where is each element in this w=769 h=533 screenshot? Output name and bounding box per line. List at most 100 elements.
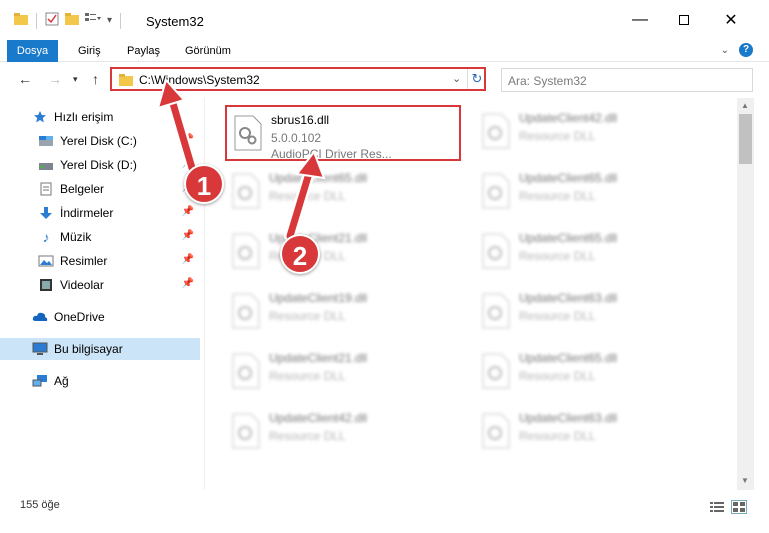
navigation-pane: Hızlı erişim Yerel Disk (C:) 📌 Yerel Dis…: [0, 98, 205, 490]
sidebar-item-label: Yerel Disk (C:): [60, 134, 137, 148]
sidebar-item-videos[interactable]: Videolar 📌: [0, 274, 200, 296]
customize-toolbar-icon[interactable]: ▾: [107, 15, 112, 26]
refresh-icon[interactable]: ↻: [467, 69, 486, 89]
music-icon: ♪: [42, 229, 50, 245]
dll-file-icon: [481, 413, 511, 452]
tab-view[interactable]: Görünüm: [177, 40, 239, 62]
address-path[interactable]: C:\Windows\System32: [139, 73, 260, 87]
file-list: sbrus16.dll 5.0.0.102 AudioPCI Driver Re…: [205, 98, 737, 490]
details-view-icon[interactable]: [709, 500, 725, 514]
file-description: Resource DLL: [519, 369, 596, 383]
help-icon[interactable]: ?: [739, 43, 753, 57]
scroll-thumb[interactable]: [739, 114, 752, 164]
file-name: UpdateClient42.dll: [269, 411, 368, 425]
sidebar-item-downloads[interactable]: İndirmeler 📌: [0, 202, 200, 224]
scroll-down-icon[interactable]: ▼: [741, 476, 749, 485]
dll-file-icon: [481, 113, 511, 152]
pin-icon[interactable]: 📌: [182, 254, 194, 265]
new-folder-icon[interactable]: [65, 12, 79, 29]
file-item[interactable]: UpdateClient42.dll Resource DLL: [225, 405, 461, 461]
picture-icon: [38, 253, 54, 269]
sidebar-item-local-disk-c[interactable]: Yerel Disk (C:) 📌: [0, 130, 200, 152]
expand-ribbon-icon[interactable]: ⌄: [721, 45, 729, 56]
pin-icon[interactable]: 📌: [182, 230, 194, 241]
dll-file-icon: [233, 115, 263, 154]
forward-arrow-icon[interactable]: →: [48, 71, 62, 87]
item-count: 155 öğe: [20, 499, 60, 511]
sidebar-item-label: Müzik: [60, 230, 92, 244]
pin-icon[interactable]: 📌: [182, 206, 194, 217]
file-item[interactable]: UpdateClient21.dll Resource DLL: [225, 225, 461, 281]
file-description: Resource DLL: [519, 249, 596, 263]
address-bar[interactable]: C:\Windows\System32 ⌄ ↻: [110, 67, 486, 91]
file-item[interactable]: UpdateClient65.dll Resource DLL: [475, 165, 711, 221]
view-options-icon[interactable]: [85, 12, 101, 29]
file-name: UpdateClient65.dll: [519, 231, 618, 245]
folder-icon[interactable]: [14, 12, 28, 29]
file-description: AudioPCI Driver Res...: [271, 147, 392, 161]
file-item[interactable]: UpdateClient42.dll Resource DLL: [475, 105, 711, 161]
dll-file-icon: [481, 233, 511, 272]
sidebar-item-music[interactable]: ♪ Müzik 📌: [0, 226, 200, 248]
file-description: Resource DLL: [269, 309, 346, 323]
sidebar-item-label: Yerel Disk (D:): [60, 158, 137, 172]
window-title: System32: [146, 14, 204, 29]
dll-file-icon: [231, 413, 261, 452]
file-item[interactable]: UpdateClient65.dll Resource DLL: [475, 345, 711, 401]
pin-icon[interactable]: 📌: [182, 278, 194, 289]
file-description: Resource DLL: [269, 369, 346, 383]
network-icon: [32, 373, 48, 389]
tab-home[interactable]: Giriş: [70, 40, 109, 62]
tab-file[interactable]: Dosya: [7, 40, 58, 62]
sidebar-item-label: Ağ: [54, 374, 69, 388]
recent-locations-icon[interactable]: ▾: [73, 74, 78, 85]
file-description: Resource DLL: [519, 129, 596, 143]
sidebar-item-label: Bu bilgisayar: [54, 342, 123, 356]
sidebar-item-this-pc[interactable]: Bu bilgisayar: [0, 338, 200, 360]
drive-icon: [38, 133, 54, 149]
back-arrow-icon[interactable]: ←: [18, 71, 32, 87]
sidebar-item-local-disk-d[interactable]: Yerel Disk (D:) 📌: [0, 154, 200, 176]
file-name: UpdateClient21.dll: [269, 351, 368, 365]
search-input[interactable]: Ara: System32: [501, 68, 753, 92]
vertical-scrollbar[interactable]: ▲ ▼: [737, 98, 754, 490]
pin-icon[interactable]: 📌: [182, 134, 194, 145]
tab-share[interactable]: Paylaş: [119, 40, 168, 62]
tiles-view-icon[interactable]: [731, 500, 747, 514]
file-description: Resource DLL: [519, 189, 596, 203]
file-name: UpdateClient65.dll: [519, 171, 618, 185]
video-icon: [38, 277, 54, 293]
sidebar-item-label: Videolar: [60, 278, 104, 292]
properties-icon[interactable]: [45, 12, 59, 29]
sidebar-item-network[interactable]: Ağ: [0, 370, 200, 392]
search-placeholder: Ara: System32: [508, 74, 587, 88]
folder-icon: [119, 74, 133, 89]
file-version: 5.0.0.102: [271, 131, 322, 145]
file-item[interactable]: UpdateClient63.dll Resource DLL: [475, 405, 711, 461]
file-item[interactable]: UpdateClient65.dll Resource DLL: [225, 165, 461, 221]
file-item[interactable]: UpdateClient19.dll Resource DLL: [225, 285, 461, 341]
file-item[interactable]: UpdateClient63.dll Resource DLL: [475, 285, 711, 341]
dll-file-icon: [231, 173, 261, 212]
file-item[interactable]: UpdateClient21.dll Resource DLL: [225, 345, 461, 401]
dll-file-icon: [231, 353, 261, 392]
chevron-down-icon[interactable]: ⌄: [452, 72, 461, 85]
cloud-icon: [32, 309, 48, 325]
close-button[interactable]: ✕: [708, 0, 754, 40]
scroll-up-icon[interactable]: ▲: [741, 101, 749, 110]
maximize-button[interactable]: [661, 0, 707, 40]
ribbon-right-controls: ⌄ ?: [721, 43, 753, 57]
file-item-sbrus16[interactable]: sbrus16.dll 5.0.0.102 AudioPCI Driver Re…: [225, 105, 461, 161]
step-badge-2: 2: [280, 234, 320, 274]
drive-icon: [38, 157, 54, 173]
sidebar-item-pictures[interactable]: Resimler 📌: [0, 250, 200, 272]
dll-file-icon: [481, 293, 511, 332]
sidebar-item-documents[interactable]: Belgeler 📌: [0, 178, 200, 200]
sidebar-item-label: Hızlı erişim: [54, 110, 114, 124]
sidebar-item-quick-access[interactable]: Hızlı erişim: [0, 106, 200, 128]
sidebar-item-onedrive[interactable]: OneDrive: [0, 306, 200, 328]
up-arrow-icon[interactable]: ↑: [92, 71, 99, 87]
minimize-button[interactable]: —: [617, 0, 663, 40]
file-item[interactable]: UpdateClient65.dll Resource DLL: [475, 225, 711, 281]
sidebar-item-label: Resimler: [60, 254, 108, 268]
